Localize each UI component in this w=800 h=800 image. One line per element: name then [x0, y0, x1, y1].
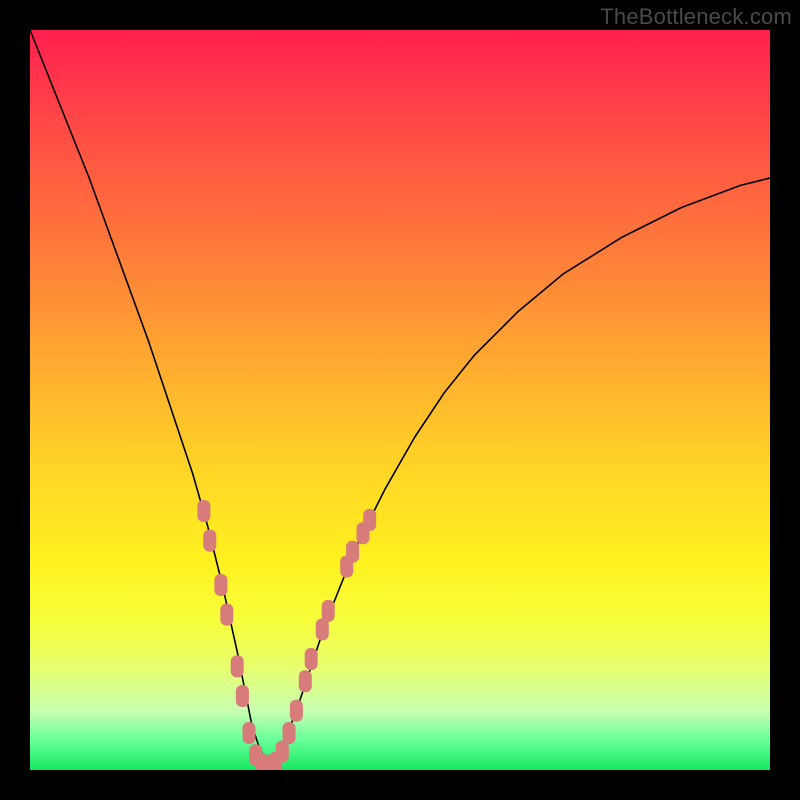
plot-area	[30, 30, 770, 770]
curve-marker	[243, 722, 256, 744]
curve-marker	[305, 648, 318, 670]
curve-marker	[214, 574, 227, 596]
curve-marker	[197, 500, 210, 522]
curve-marker	[203, 530, 216, 552]
curve-marker	[290, 700, 303, 722]
watermark-text: TheBottleneck.com	[600, 4, 792, 30]
curve-marker	[220, 604, 233, 626]
curve-marker	[231, 655, 244, 677]
curve-marker	[322, 600, 335, 622]
chart-svg	[30, 30, 770, 770]
curve-marker	[276, 741, 289, 763]
curve-marker	[283, 722, 296, 744]
outer-frame: TheBottleneck.com	[0, 0, 800, 800]
curve-marker	[236, 685, 249, 707]
bottleneck-curve	[30, 30, 770, 763]
curve-marker	[346, 541, 359, 563]
curve-markers	[197, 500, 376, 770]
curve-marker	[363, 509, 376, 531]
curve-marker	[299, 670, 312, 692]
